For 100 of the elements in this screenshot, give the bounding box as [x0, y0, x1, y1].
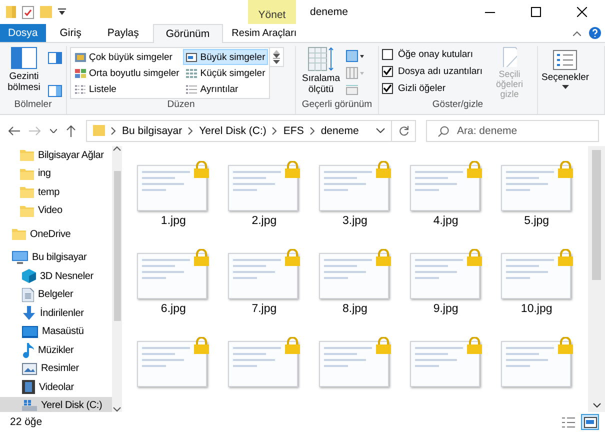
- scroll-up-icon: [273, 50, 280, 54]
- item-count: 22 öğe: [10, 416, 42, 428]
- image-thumbnail[interactable]: [318, 165, 389, 211]
- image-thumbnail[interactable]: [318, 253, 389, 299]
- address-bar[interactable]: Bu bilgisayar Yerel Disk (C:) EFS deneme: [86, 120, 416, 142]
- image-thumbnail[interactable]: [410, 165, 480, 211]
- ribbon-tab[interactable]: Giriş: [48, 24, 94, 42]
- image-thumbnail[interactable]: [137, 165, 208, 211]
- layout-option[interactable]: Çok büyük simgeler: [72, 49, 182, 65]
- image-thumbnail[interactable]: [228, 253, 298, 299]
- checkbox[interactable]: [382, 48, 393, 60]
- file-name: 10.jpg: [520, 303, 552, 315]
- layout-option[interactable]: Büyük simgeler: [183, 49, 268, 65]
- ribbon-tab[interactable]: Paylaş: [95, 24, 151, 42]
- folder-icon: [12, 228, 26, 240]
- maximize-icon: [531, 7, 541, 17]
- nav-tree-item[interactable]: Video: [0, 202, 112, 220]
- breadcrumb-item[interactable]: Yerel Disk (C:): [199, 124, 266, 136]
- file-name: 8.jpg: [342, 303, 368, 315]
- nav-tree-item[interactable]: Yerel Disk (C:): [0, 396, 112, 412]
- ribbon-group-label: Göster/gizle: [431, 98, 484, 112]
- checkbox[interactable]: [382, 66, 393, 76]
- breadcrumb-item[interactable]: Bu bilgisayar: [122, 124, 182, 136]
- recent-caret-icon: [50, 128, 57, 132]
- file-menu-tab[interactable]: Dosya: [0, 24, 46, 42]
- navigation-pane-button[interactable]: Gezinti bölmesi: [3, 46, 45, 94]
- image-thumbnail[interactable]: [500, 165, 571, 211]
- nav-tree-item[interactable]: 3D Nesneler: [0, 267, 112, 286]
- scroll-down-icon: [592, 403, 600, 408]
- medium-icons-icon: [75, 68, 86, 78]
- image-thumbnail[interactable]: [318, 341, 389, 387]
- chevron-icon: [188, 126, 194, 134]
- film-icon: [22, 380, 35, 394]
- nav-tree-item[interactable]: Bilgisayar Ağlar: [0, 146, 112, 164]
- close-icon: [577, 7, 587, 17]
- up-arrow-icon: [66, 124, 76, 136]
- desktop-icon: [22, 326, 38, 338]
- breadcrumb-item[interactable]: deneme: [320, 124, 359, 136]
- window-title: deneme: [309, 5, 349, 20]
- nav-tree-item[interactable]: ing: [0, 164, 112, 183]
- nav-tree-item[interactable]: Müzikler: [0, 341, 112, 360]
- ribbon-tab[interactable]: Resim Araçları: [226, 24, 302, 42]
- layout-option[interactable]: Orta boyutlu simgeler: [72, 65, 182, 81]
- option-checkbox[interactable]: Dosya adı uzantıları: [382, 63, 482, 79]
- forward-arrow-icon: [29, 126, 41, 136]
- image-thumbnail[interactable]: [137, 253, 208, 299]
- chevron-icon: [111, 126, 116, 134]
- preview-pane-icon: [48, 52, 62, 64]
- list-icon: [75, 84, 86, 94]
- scrollbar[interactable]: [588, 146, 605, 412]
- folder-icon: [20, 186, 34, 198]
- nav-tree-item[interactable]: Resimler: [0, 360, 112, 378]
- new-folder-icon: [40, 6, 52, 18]
- sort-by-button[interactable]: Sıralama ölçütü: [299, 46, 343, 96]
- details-icon: [186, 84, 198, 94]
- large-icons-icon: [75, 52, 86, 62]
- nav-tree-item[interactable]: Videolar: [0, 378, 112, 396]
- scroll-down-icon: [113, 407, 121, 412]
- nav-tree-item[interactable]: Bu bilgisayar: [0, 248, 112, 267]
- image-thumbnail[interactable]: [410, 253, 480, 299]
- folder-icon: [20, 168, 34, 180]
- option-checkbox[interactable]: Gizli öğeler: [382, 80, 482, 96]
- image-thumbnail[interactable]: [410, 341, 480, 387]
- folder-icon: [93, 125, 105, 136]
- layout-option[interactable]: Ayrıntılar: [183, 81, 268, 97]
- nav-tree-item[interactable]: OneDrive: [0, 225, 112, 244]
- scrollbar[interactable]: [112, 146, 122, 412]
- large-icons-icon: [186, 52, 198, 62]
- image-thumbnail[interactable]: [228, 165, 298, 211]
- collapse-ribbon-icon: [573, 30, 581, 36]
- image-thumbnail[interactable]: [500, 253, 571, 299]
- options-button[interactable]: Seçenekler: [540, 46, 590, 90]
- image-thumbnail[interactable]: [500, 341, 571, 387]
- search-icon: [438, 126, 449, 136]
- layout-option[interactable]: Listele: [72, 81, 182, 97]
- nav-tree-item[interactable]: İndirilenler: [0, 304, 112, 322]
- image-thumbnail[interactable]: [137, 341, 208, 387]
- chevron-icon: [272, 126, 278, 134]
- layout-option[interactable]: Küçük simgeler: [183, 65, 268, 81]
- nav-tree-item[interactable]: Masaüstü: [0, 322, 112, 341]
- nav-tree-item[interactable]: temp: [0, 183, 112, 202]
- checkbox[interactable]: [382, 82, 393, 94]
- chevron-icon: [310, 126, 315, 134]
- option-checkbox[interactable]: Öğe onay kutuları: [382, 46, 482, 62]
- ribbon-group-label: Düzen: [166, 98, 196, 112]
- refresh-icon: [398, 126, 408, 136]
- options-list-icon: [553, 50, 578, 70]
- picture-icon: [22, 362, 37, 375]
- nav-tree-item[interactable]: Belgeler: [0, 286, 112, 304]
- caret-icon: [562, 85, 569, 89]
- scroll-down-icon: [273, 54, 280, 58]
- details-pane-icon: [48, 85, 62, 97]
- view-toggle-button[interactable]: [581, 414, 599, 430]
- add-columns-icon: [346, 67, 364, 79]
- ribbon-tab[interactable]: Görünüm: [152, 24, 223, 43]
- file-name: 7.jpg: [252, 303, 277, 315]
- search-field[interactable]: Ara: deneme: [426, 120, 599, 142]
- breadcrumb-item[interactable]: EFS: [283, 124, 304, 136]
- image-thumbnail[interactable]: [228, 341, 298, 387]
- file-name: 3.jpg: [342, 215, 368, 227]
